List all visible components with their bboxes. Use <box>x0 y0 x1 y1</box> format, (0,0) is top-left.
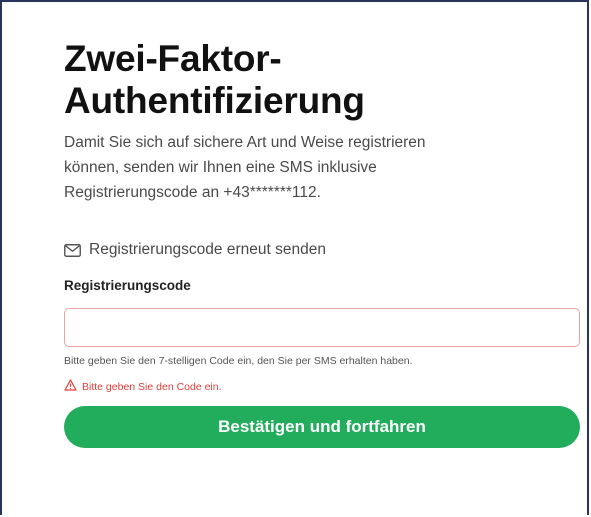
code-field-error-text: Bitte geben Sie den Code ein. <box>82 380 222 393</box>
description-line-1: Damit Sie sich auf sichere Art und Weise… <box>64 134 426 151</box>
description-line-2: können, senden wir Ihnen eine SMS inklus… <box>64 159 377 176</box>
code-field-label: Registrierungscode <box>64 278 191 293</box>
envelope-icon <box>64 243 81 257</box>
registration-code-input[interactable] <box>64 308 580 347</box>
page-title-line-1: Zwei-Faktor- <box>64 38 282 79</box>
description-text: Damit Sie sich auf sichere Art und Weise… <box>64 130 524 205</box>
resend-code-link[interactable]: Registrierungscode erneut senden <box>64 241 584 259</box>
resend-code-label: Registrierungscode erneut senden <box>89 241 326 258</box>
warning-triangle-icon <box>64 379 77 394</box>
confirm-and-continue-button[interactable]: Bestätigen und fortfahren <box>64 406 580 448</box>
description-line-3: Registrierungscode an +43*******112. <box>64 184 321 201</box>
code-field-error: Bitte geben Sie den Code ein. <box>64 379 584 394</box>
page-title: Zwei-Faktor- Authentifizierung <box>64 38 584 122</box>
code-field-hint: Bitte geben Sie den 7-stelligen Code ein… <box>64 355 413 367</box>
page-title-line-2: Authentifizierung <box>64 80 365 121</box>
two-factor-card: Zwei-Faktor- Authentifizierung Damit Sie… <box>64 38 584 448</box>
